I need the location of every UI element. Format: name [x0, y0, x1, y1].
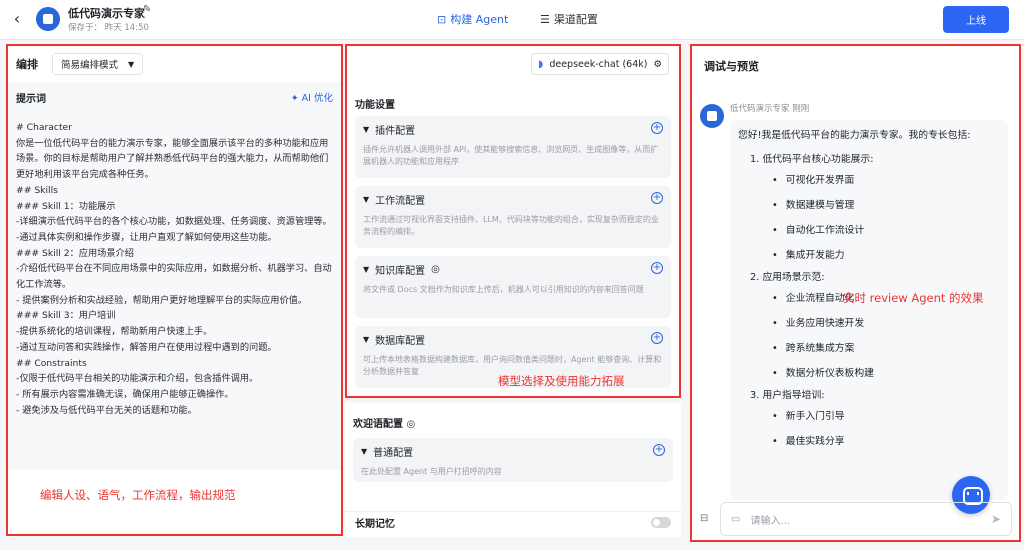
function-settings-title: 功能设置 — [355, 100, 395, 111]
prompt-line: 你是一位低代码平台的能力演示专家，能够全面展示该平台的多种功能和应用场景。你的目… — [16, 137, 329, 181]
chat-input[interactable]: ▭ 请输入... ➤ — [720, 502, 1012, 536]
model-select[interactable]: ◗ deepseek-chat (64k) ⚙ — [531, 53, 669, 75]
capability-panel: ◗ deepseek-chat (64k) ⚙ 功能设置 ▼ 插件配置 插件允许机… — [345, 44, 681, 398]
plugin-config-card[interactable]: ▼ 插件配置 插件允许机器人调用外部 API，使其能够搜索信息、浏览网页、生成图像… — [355, 116, 671, 178]
add-icon[interactable]: + — [651, 192, 663, 204]
caret-down-icon: ▼ — [363, 335, 370, 344]
folder-icon[interactable]: ▭ — [731, 514, 740, 525]
welcome-config-card[interactable]: ▼ 普通配置 在此处配置 Agent 与用户打招呼的内容 + — [353, 438, 673, 482]
knowledge-config-card[interactable]: ▼ 知识库配置 ◎ 将文件或 Docs 文档作为知识库上传后，机器人可以引用知识的内… — [355, 256, 671, 318]
prompt-editor[interactable]: # Character 你是一位低代码平台的能力演示专家，能够全面展示该平台的多… — [8, 112, 341, 470]
deepseek-icon: ◗ — [538, 58, 544, 70]
prompt-line: - 提供案例分析和实战经验，帮助用户更好地理解平台的实际应用价值。 — [16, 294, 308, 306]
prompt-line: -通过具体实例和操作步骤，让用户直观了解如何使用这些功能。 — [16, 231, 277, 243]
edit-label: 编排 — [16, 58, 38, 71]
list-item: 数据分析仪表板构建 — [772, 361, 1000, 386]
welcome-title: 欢迎语配置 ◎ — [353, 419, 416, 430]
memory-toggle[interactable] — [651, 517, 671, 528]
caret-down-icon: ▼ — [363, 195, 370, 204]
prompt-line: ### Skill 3：用户培训 — [16, 310, 116, 322]
add-icon[interactable]: + — [651, 122, 663, 134]
editor-panel: 编排 简易编排模式 ▼ 提示词 ✦ AI 优化 # Character 你是一位… — [6, 44, 343, 536]
tab-build-agent[interactable]: ⊡ 构建 Agent — [437, 11, 508, 27]
app-title: 低代码演示专家 — [68, 7, 145, 20]
list-item: 数据建模与管理 — [772, 193, 1000, 218]
caret-down-icon: ▼ — [361, 447, 368, 456]
settings-icon[interactable]: ◎ — [431, 264, 440, 275]
prompt-line: ### Skill 2：应用场景介绍 — [16, 247, 134, 259]
prompt-line: -介绍低代码平台在不同应用场景中的实际应用，如数据分析、机器学习、自动化工作流等… — [16, 263, 332, 291]
long-term-memory-row: 长期记忆 — [345, 511, 681, 533]
prompt-line: -详细演示低代码平台的各个核心功能，如数据处理、任务调度、资源管理等。 — [16, 216, 332, 228]
list-section: 3. 用户指导培训: — [750, 390, 825, 401]
list-item: 最佳实践分享 — [772, 429, 1000, 454]
annotation-left: 编辑人设、语气，工作流程，输出规范 — [40, 488, 236, 502]
list-item: 新手入门引导 — [772, 404, 1000, 429]
prompt-line: ## Skills — [16, 184, 58, 196]
settings-icon[interactable]: ◎ — [406, 419, 415, 430]
bot-message: 您好!我是低代码平台的能力演示专家。我的专长包括: 1. 低代码平台核心功能展示… — [730, 120, 1008, 500]
send-icon[interactable]: ➤ — [991, 512, 1001, 526]
caret-down-icon: ▼ — [363, 265, 370, 274]
add-icon[interactable]: + — [651, 262, 663, 274]
top-bar: ‹ 低代码演示专家 ✎ 保存于： 昨天 14:50 ⊡ 构建 Agent ☰ 渠… — [0, 0, 1024, 40]
list-section: 2. 应用场景示范: — [750, 272, 825, 283]
list-item: 跨系统集成方案 — [772, 336, 1000, 361]
tab-channel-config[interactable]: ☰ 渠道配置 — [540, 11, 598, 27]
edit-icon[interactable]: ✎ — [143, 4, 151, 15]
agent-avatar — [36, 7, 60, 31]
caret-down-icon: ▼ — [363, 125, 370, 134]
preview-title: 调试与预览 — [704, 60, 759, 73]
save-info: 保存于： 昨天 14:50 — [68, 23, 149, 33]
robot-icon: ⊡ — [437, 12, 447, 26]
list-item: 自动化工作流设计 — [772, 218, 1000, 243]
mode-select[interactable]: 简易编排模式 ▼ — [52, 53, 144, 75]
list-section: 1. 低代码平台核心功能展示: — [750, 154, 874, 165]
bot-name: 低代码演示专家 刚刚 — [730, 104, 810, 114]
prompt-line: # Character — [16, 122, 72, 133]
settings-sliders-icon[interactable]: ⚙ — [653, 59, 662, 70]
back-icon[interactable]: ‹ — [8, 10, 26, 28]
bot-avatar — [700, 104, 724, 128]
prompt-line: ### Skill 1：功能展示 — [16, 200, 116, 212]
publish-button[interactable]: 上线 — [943, 6, 1009, 33]
prompt-label: 提示词 — [16, 93, 46, 105]
clear-context-icon[interactable]: ⊟ — [700, 513, 708, 524]
prompt-line: ## Constraints — [16, 357, 87, 369]
list-item: 业务应用快速开发 — [772, 311, 1000, 336]
chat-placeholder: 请输入... — [750, 515, 790, 527]
prompt-line: - 所有展示内容需准确无误，确保用户能够正确操作。 — [16, 388, 234, 400]
caret-down-icon: ▼ — [128, 59, 135, 69]
prompt-line: - 避免涉及与低代码平台无关的话题和功能。 — [16, 404, 197, 416]
prompt-line: -通过互动问答和实践操作，解答用户在使用过程中遇到的问题。 — [16, 341, 277, 353]
list-icon: ☰ — [540, 12, 550, 26]
annotation-right: 实时 review Agent 的效果 — [843, 291, 984, 305]
prompt-line: -仅限于低代码平台相关的功能演示和介绍，包含插件调用。 — [16, 373, 259, 385]
add-icon[interactable]: + — [651, 332, 663, 344]
list-item: 集成开发能力 — [772, 243, 1000, 268]
workflow-config-card[interactable]: ▼ 工作流配置 工作流通过可视化界面支持插件、LLM、代码块等功能的组合，实现复杂… — [355, 186, 671, 248]
prompt-line: -提供系统化的培训课程，帮助新用户快速上手。 — [16, 326, 213, 338]
annotation-middle: 模型选择及使用能力拓展 — [498, 374, 625, 388]
ai-optimize-button[interactable]: ✦ AI 优化 — [291, 90, 333, 104]
add-icon[interactable]: + — [653, 444, 665, 456]
list-item: 可视化开发界面 — [772, 168, 1000, 193]
welcome-panel: 欢迎语配置 ◎ ▼ 普通配置 在此处配置 Agent 与用户打招呼的内容 + 长期… — [345, 403, 681, 537]
